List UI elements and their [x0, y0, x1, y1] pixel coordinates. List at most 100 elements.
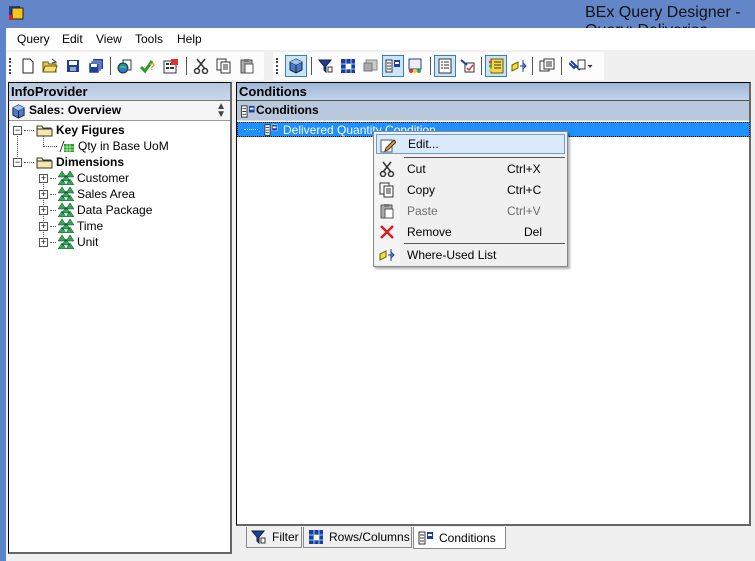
toolbar-separator	[186, 57, 187, 75]
copy-icon	[379, 182, 394, 198]
key-figure-icon	[59, 140, 74, 153]
cells-view-button[interactable]	[360, 55, 382, 77]
menu-view[interactable]: View	[96, 32, 122, 46]
properties-icon	[163, 59, 178, 74]
documents-view-button[interactable]	[536, 55, 558, 77]
tree-label: Unit	[77, 235, 99, 249]
svg-text:?: ?	[149, 62, 155, 73]
tasks-view-button[interactable]	[457, 55, 479, 77]
tree-label: Customer	[77, 171, 130, 185]
properties-list-icon	[438, 58, 452, 74]
tree-node-time[interactable]: + Time	[39, 218, 103, 234]
edit-pencil-icon	[380, 139, 396, 153]
conditions-icon	[418, 531, 433, 544]
menu-help[interactable]: Help	[177, 32, 202, 46]
save-all-button[interactable]	[85, 55, 107, 77]
conditions-group-node[interactable]: Conditions	[237, 101, 749, 121]
expand-icon[interactable]: +	[39, 173, 48, 183]
new-query-button[interactable]	[17, 55, 39, 77]
tree-connector	[24, 161, 34, 163]
tab-rows-columns[interactable]: Rows/Columns	[303, 527, 412, 548]
messages-view-button[interactable]	[485, 55, 507, 77]
dimension-icon	[58, 171, 74, 185]
expand-icon[interactable]: +	[39, 205, 48, 215]
tree-connector	[50, 241, 56, 243]
tab-conditions[interactable]: Conditions	[413, 527, 506, 549]
menu-item-label: Copy	[407, 183, 436, 197]
folder-open-icon	[36, 157, 53, 168]
menu-item-label: Cut	[407, 162, 426, 176]
infoprovider-header: InfoProvider	[9, 83, 230, 101]
menu-tools[interactable]: Tools	[135, 32, 163, 46]
expand-icon[interactable]: +	[39, 221, 48, 231]
cut-button[interactable]	[190, 55, 212, 77]
menu-separator	[404, 243, 565, 244]
save-all-icon	[88, 59, 103, 74]
save-query-button[interactable]	[62, 55, 84, 77]
toolbar-grip[interactable]	[9, 58, 12, 74]
title-bar: BEx Query Designer - Query: Deliveries R…	[0, 0, 755, 57]
tree-connector	[244, 129, 258, 130]
tree-label: Sales Area	[77, 187, 136, 201]
tree-connector	[50, 177, 56, 179]
menu-edit[interactable]: Edit	[62, 32, 83, 46]
expand-icon[interactable]: +	[39, 237, 48, 247]
tree-node-qty-base-uom[interactable]: Qty in Base UoM	[43, 138, 169, 154]
tools-dropdown-button[interactable]	[565, 55, 597, 77]
exceptions-view-button[interactable]	[404, 55, 426, 77]
open-query-button[interactable]	[39, 55, 61, 77]
context-menu-copy[interactable]: Copy Ctrl+C	[376, 180, 565, 200]
where-used-view-button[interactable]	[508, 55, 530, 77]
infoprovider-selector[interactable]: Sales: Overview ▲ ▼	[9, 101, 230, 121]
infoprovider-view-button[interactable]	[285, 55, 307, 77]
tree-node-data-package[interactable]: + Data Package	[39, 202, 152, 218]
expand-icon[interactable]: +	[39, 189, 48, 199]
tree-node-customer[interactable]: + Customer	[39, 170, 129, 186]
paste-button[interactable]	[236, 55, 258, 77]
wrench-icon	[569, 59, 593, 71]
context-menu-cut[interactable]: Cut Ctrl+X	[376, 159, 565, 179]
collapse-icon[interactable]: −	[13, 157, 22, 167]
copy-button[interactable]	[213, 55, 235, 77]
rows-columns-view-button[interactable]	[337, 55, 359, 77]
dimension-icon	[58, 235, 74, 249]
tree-node-key-figures[interactable]: − Key Figures	[13, 122, 125, 138]
cube-icon	[12, 104, 25, 119]
toolbar-grip[interactable]	[276, 58, 279, 74]
tasks-icon	[460, 59, 475, 73]
menu-item-shortcut: Ctrl+V	[507, 204, 541, 218]
tree-label: Time	[77, 219, 104, 233]
tree-node-sales-area[interactable]: + Sales Area	[39, 186, 135, 202]
open-folder-icon	[42, 58, 58, 73]
publish-button[interactable]	[114, 55, 136, 77]
check-query-button[interactable]: ?	[137, 55, 159, 77]
query-properties-button[interactable]	[160, 55, 182, 77]
check-icon: ?	[140, 60, 155, 74]
context-menu-where-used[interactable]: Where-Used List	[376, 245, 565, 265]
context-menu-paste[interactable]: Paste Ctrl+V	[376, 201, 565, 221]
documents-icon	[539, 58, 555, 72]
context-menu-remove[interactable]: Remove Del	[376, 222, 565, 242]
properties-view-button[interactable]	[434, 55, 456, 77]
new-document-icon	[22, 58, 34, 74]
publish-web-icon	[117, 59, 132, 74]
filter-icon	[318, 59, 333, 74]
save-icon	[67, 60, 79, 72]
context-menu: Edit... Cut Ctrl+X Copy Ctrl+C Paste Ctr…	[373, 131, 568, 267]
paste-icon	[380, 204, 394, 219]
tree-node-unit[interactable]: + Unit	[39, 234, 98, 250]
up-down-arrows-icon[interactable]: ▲ ▼	[216, 102, 226, 120]
context-menu-edit[interactable]: Edit...	[376, 134, 565, 154]
conditions-view-button[interactable]	[382, 55, 404, 77]
dimension-icon	[58, 187, 74, 201]
tab-filter[interactable]: Filter	[246, 527, 302, 548]
menu-query[interactable]: Query	[17, 32, 50, 46]
cut-icon	[379, 161, 395, 177]
menu-item-label: Where-Used List	[407, 248, 497, 262]
collapse-icon[interactable]: −	[13, 125, 22, 135]
tree-node-dimensions[interactable]: − Dimensions	[13, 154, 124, 170]
conditions-header: Conditions	[237, 83, 749, 101]
menu-separator	[404, 157, 565, 158]
filter-view-button[interactable]	[315, 55, 337, 77]
menu-item-label: Remove	[407, 225, 452, 239]
